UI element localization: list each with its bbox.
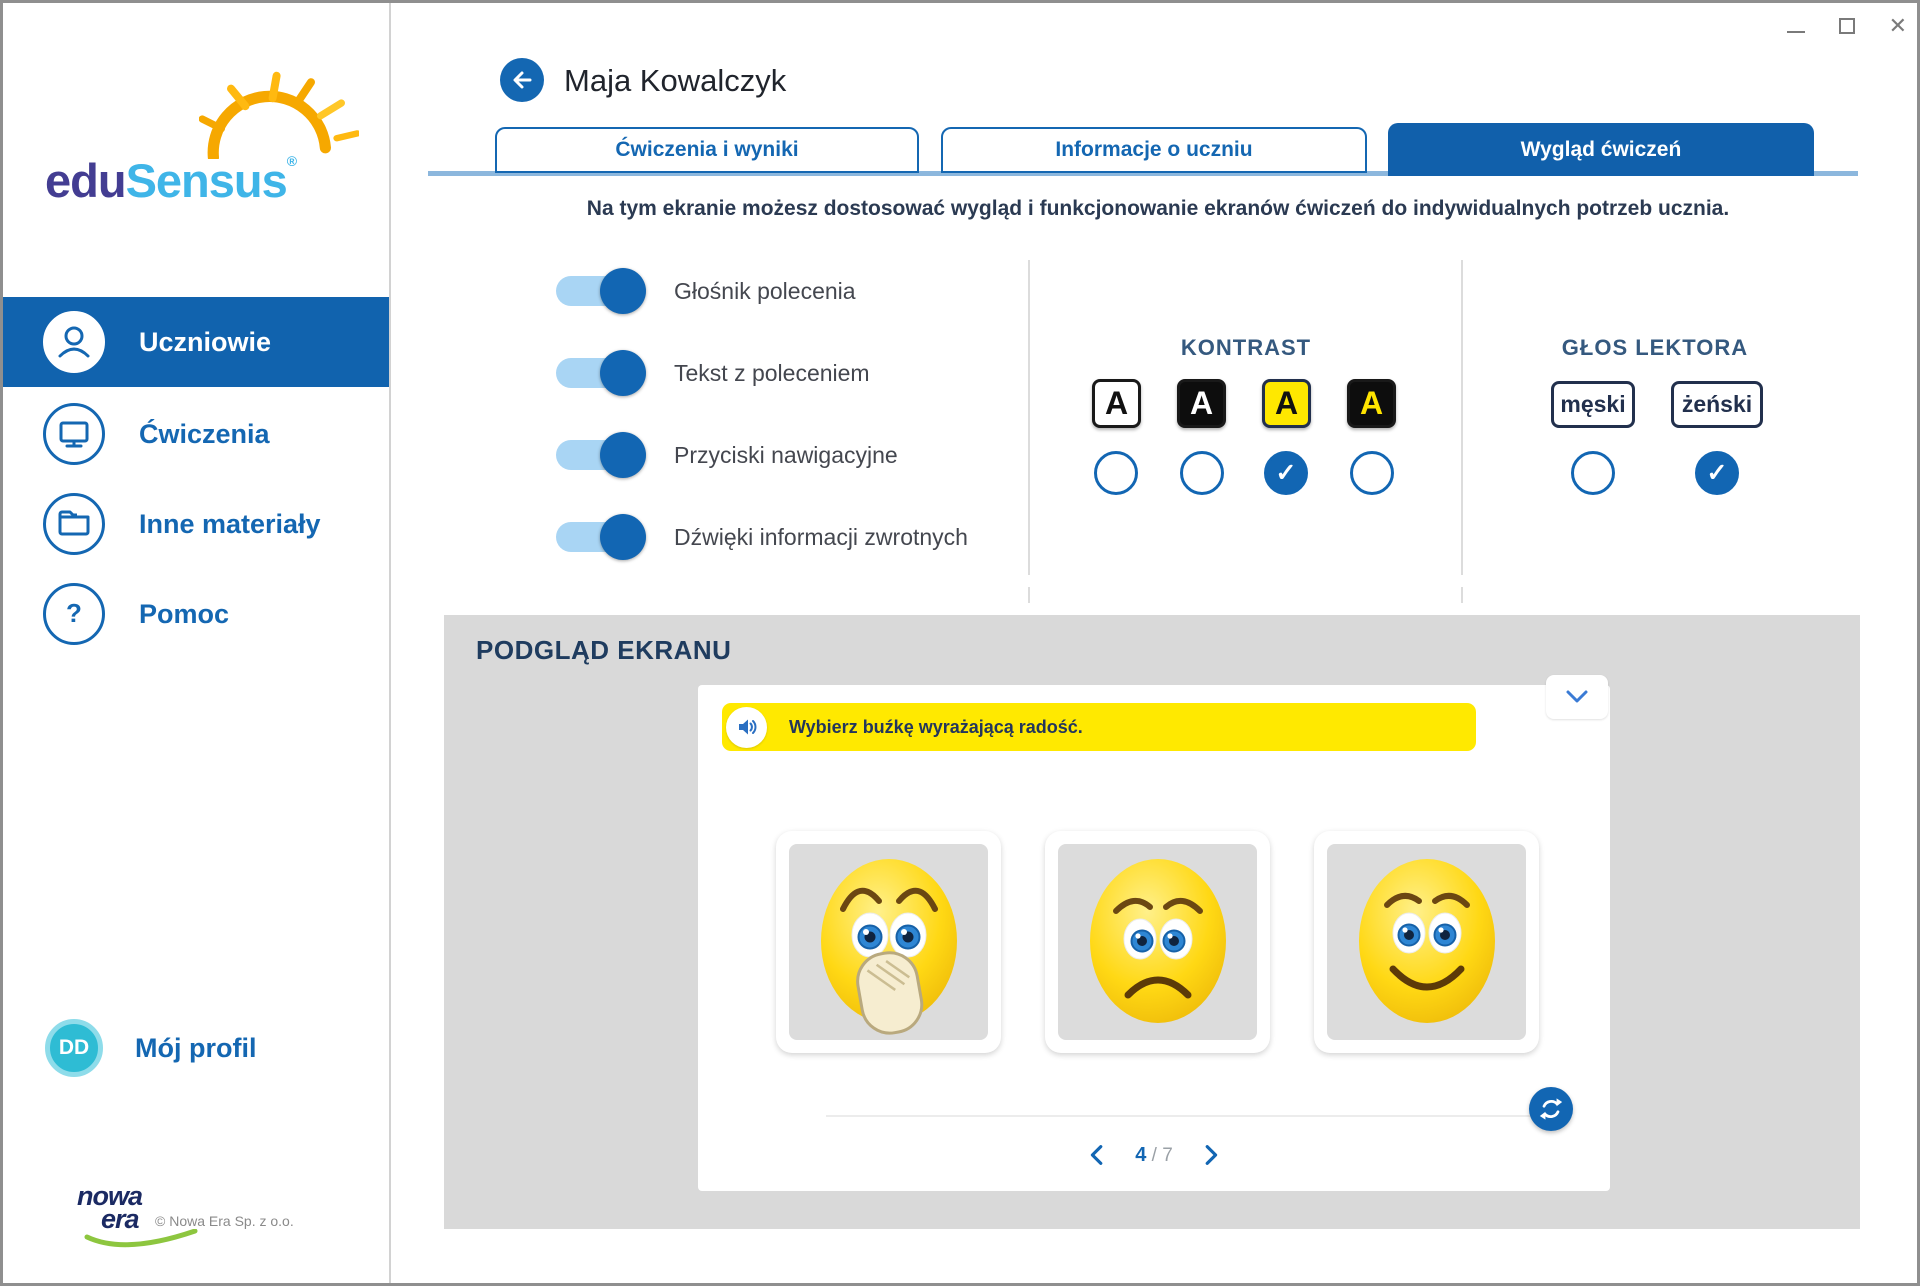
close-icon[interactable]: ✕ — [1889, 15, 1907, 37]
contrast-option-yellow-on-black[interactable]: A — [1347, 379, 1396, 428]
minimize-icon[interactable] — [1787, 31, 1805, 33]
toggle-tekst-z-poleceniem[interactable] — [556, 358, 640, 388]
tab-cwiczenia-i-wyniki[interactable]: Ćwiczenia i wyniki — [495, 127, 919, 173]
instruction-banner: Wybierz buźkę wyrażającą radość. — [722, 703, 1476, 751]
sidebar-item-label: Pomoc — [139, 599, 229, 630]
speaker-icon — [735, 715, 759, 739]
toggle-knob — [600, 514, 646, 560]
sidebar-item-inne-materialy[interactable]: Inne materiały — [3, 479, 389, 569]
contrast-heading: KONTRAST — [1096, 335, 1396, 361]
toggle-row-glosnik: Głośnik polecenia — [556, 268, 856, 314]
contrast-option-white-on-black[interactable]: A — [1177, 379, 1226, 428]
voice-radio-meski[interactable] — [1571, 451, 1615, 495]
sidebar: eduSensus® Uczniowie Ćwiczenia — [3, 3, 391, 1283]
toggle-row-przyciski: Przyciski nawigacyjne — [556, 432, 898, 478]
check-icon: ✓ — [1707, 461, 1728, 486]
toggle-przyciski-nawigacyjne[interactable] — [556, 440, 640, 470]
page-total: 7 — [1162, 1145, 1173, 1166]
contrast-radio-4[interactable] — [1350, 451, 1394, 495]
folder-icon — [43, 493, 105, 555]
preview-panel: PODGLĄD EKRANU Wybierz buźkę wyrażającą … — [444, 615, 1860, 1229]
voice-radio-zenski-checked[interactable]: ✓ — [1695, 451, 1739, 495]
toggle-row-dzwieki: Dźwięki informacji zwrotnych — [556, 514, 968, 560]
contrast-radio-3-checked[interactable]: ✓ — [1264, 451, 1308, 495]
contrast-option-black-on-white[interactable]: A — [1092, 379, 1141, 428]
toggle-label: Dźwięki informacji zwrotnych — [674, 524, 968, 551]
sidebar-item-cwiczenia[interactable]: Ćwiczenia — [3, 389, 389, 479]
section-divider-dash — [1028, 587, 1030, 603]
user-icon — [43, 311, 105, 373]
page-title: Maja Kowalczyk — [564, 63, 786, 99]
pagination: 4 / 7 — [698, 1143, 1610, 1167]
section-divider — [1028, 260, 1030, 575]
emotion-card-sad[interactable] — [1045, 831, 1270, 1053]
toggle-knob — [600, 432, 646, 478]
chevron-down-icon — [1564, 688, 1590, 706]
toggle-label: Przyciski nawigacyjne — [674, 442, 898, 469]
preview-heading: PODGLĄD EKRANU — [476, 635, 731, 666]
sad-face-icon — [1058, 844, 1257, 1040]
refresh-icon — [1538, 1096, 1564, 1122]
toggle-row-tekst: Tekst z poleceniem — [556, 350, 870, 396]
brand-swoosh-icon — [83, 1229, 203, 1251]
page-separator: / — [1146, 1145, 1162, 1166]
toggle-dzwieki-informacji[interactable] — [556, 522, 640, 552]
tab-informacje-o-uczniu[interactable]: Informacje o uczniu — [941, 127, 1367, 173]
emotion-card-worried[interactable] — [776, 831, 1001, 1053]
back-arrow-icon — [508, 66, 536, 94]
avatar: DD — [45, 1019, 103, 1077]
section-divider-dash — [1461, 587, 1463, 603]
toggle-label: Tekst z poleceniem — [674, 360, 870, 387]
contrast-option-black-on-yellow[interactable]: A — [1262, 379, 1311, 428]
page-indicator: 4 / 7 — [1135, 1144, 1173, 1167]
collapse-button[interactable] — [1546, 675, 1608, 719]
sidebar-item-uczniowie[interactable]: Uczniowie — [3, 297, 389, 387]
worried-face-covering-mouth-icon — [789, 844, 988, 1040]
chevron-left-icon[interactable] — [1087, 1143, 1105, 1167]
avatar-initials: DD — [59, 1036, 89, 1060]
voice-button-zenski[interactable]: żeński — [1671, 381, 1763, 428]
exercise-preview-card: Wybierz buźkę wyrażającą radość. — [698, 685, 1610, 1191]
page-current: 4 — [1135, 1144, 1146, 1166]
contrast-radio-1[interactable] — [1094, 451, 1138, 495]
tab-wyglad-cwiczen[interactable]: Wygląd ćwiczeń — [1388, 123, 1814, 176]
preview-divider — [826, 1115, 1538, 1117]
brand-line2: era — [101, 1208, 142, 1231]
nowa-era-logo: nowa era — [77, 1185, 142, 1231]
monitor-icon — [43, 403, 105, 465]
chevron-right-icon[interactable] — [1203, 1143, 1221, 1167]
svg-text:?: ? — [66, 598, 82, 628]
sidebar-item-label: Ćwiczenia — [139, 419, 270, 450]
sun-logo-icon — [199, 71, 359, 164]
question-icon: ? — [43, 583, 105, 645]
sidebar-item-pomoc[interactable]: ? Pomoc — [3, 569, 389, 659]
check-icon: ✓ — [1276, 461, 1297, 486]
refresh-button[interactable] — [1529, 1087, 1573, 1131]
contrast-radio-2[interactable] — [1180, 451, 1224, 495]
sidebar-item-moj-profil[interactable]: DD Mój profil — [3, 1003, 389, 1093]
happy-face-icon — [1327, 844, 1526, 1040]
app-window: ✕ eduSensus® Uc — [0, 0, 1920, 1286]
toggle-glosnik-polecenia[interactable] — [556, 276, 640, 306]
sidebar-item-label: Uczniowie — [139, 327, 271, 358]
voice-button-meski[interactable]: męski — [1551, 381, 1635, 428]
emotion-card-happy[interactable] — [1314, 831, 1539, 1053]
toggle-knob — [600, 268, 646, 314]
copyright-text: © Nowa Era Sp. z o.o. — [155, 1213, 294, 1229]
toggle-label: Głośnik polecenia — [674, 278, 856, 305]
window-controls: ✕ — [1787, 11, 1907, 41]
voice-heading: GŁOS LEKTORA — [1505, 335, 1805, 361]
instruction-text: Wybierz buźkę wyrażającą radość. — [789, 717, 1083, 738]
maximize-icon[interactable] — [1839, 18, 1855, 34]
profile-label: Mój profil — [135, 1033, 256, 1064]
back-button[interactable] — [500, 58, 544, 102]
page-description: Na tym ekranie możesz dostosować wygląd … — [433, 197, 1883, 221]
toggle-knob — [600, 350, 646, 396]
section-divider — [1461, 260, 1463, 575]
edusensus-logo: eduSensus® — [45, 153, 296, 208]
sidebar-item-label: Inne materiały — [139, 509, 321, 540]
speaker-button[interactable] — [726, 707, 767, 748]
